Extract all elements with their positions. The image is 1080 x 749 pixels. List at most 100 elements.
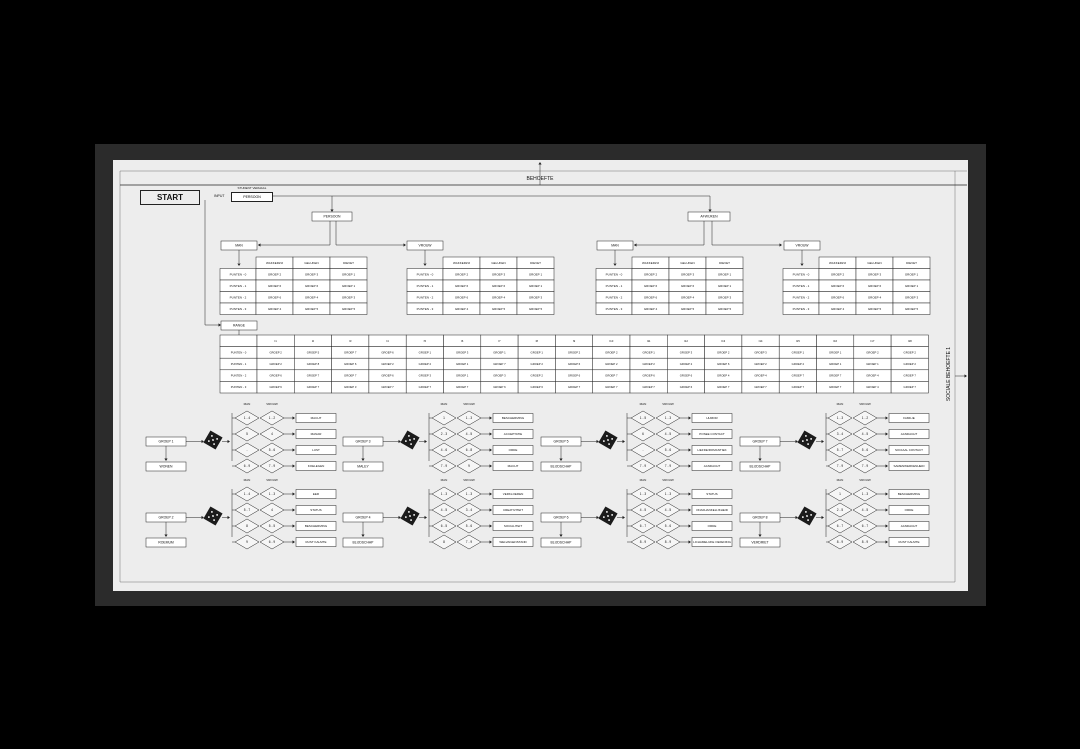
arrow-head bbox=[489, 540, 492, 544]
group-outcome-7-text: BLIJDSCHAP bbox=[551, 541, 573, 545]
big-table-cell-text: GROEP 7 bbox=[419, 385, 432, 389]
big-table-cell-text: GROEP 6 bbox=[269, 385, 282, 389]
man-diamond-text: 9 bbox=[246, 540, 248, 544]
big-table-cell-text: GROEP 1 bbox=[419, 350, 432, 354]
small-table-2-cell-text: GROEP 6 bbox=[492, 284, 506, 288]
big-table-cell-text: GROEP 2 bbox=[605, 350, 618, 354]
small-table-3-cell-text: GROEP 4 bbox=[681, 295, 695, 299]
small-table-4-cell-text: GROEP 3 bbox=[905, 295, 919, 299]
small-table-2-row-label-2-text: PUNTEN - 2 bbox=[417, 295, 434, 299]
arrow-head bbox=[821, 439, 824, 444]
man-diamond-text: 5 - 7 bbox=[837, 448, 844, 452]
small-table-2-cell-text: GROEP 4 bbox=[455, 307, 469, 311]
group-outcome-6-text: BLIJDSCHAP bbox=[353, 541, 375, 545]
small-table-4-cell-text: GROEP 1 bbox=[905, 272, 919, 276]
small-table-3-cell-text: GROEP 5 bbox=[718, 307, 732, 311]
big-table-cell-text: GROEP 6 bbox=[344, 362, 357, 366]
man-diamond-text: 1 - 3 bbox=[640, 492, 647, 496]
range-box-text: RANGE bbox=[233, 324, 246, 328]
left-vrouw-box-text: VROUW bbox=[419, 244, 433, 248]
big-table-cell-text: GROEP 7 bbox=[344, 350, 357, 354]
result-box-text: AANDACHT bbox=[901, 432, 918, 436]
small-table-4-cell-text: GROEP 4 bbox=[831, 307, 845, 311]
group-outcome-3-text: BLIJDSCHAP bbox=[551, 465, 573, 469]
big-table-header-text: I17 bbox=[871, 339, 875, 343]
arrow-head bbox=[489, 416, 492, 420]
big-table-cell-text: GROEP 7 bbox=[754, 385, 767, 389]
big-table-cell-text: GROEP 4 bbox=[866, 374, 879, 378]
small-table-1-cell-text: GROEP 6 bbox=[268, 284, 282, 288]
needs-arrow bbox=[538, 162, 542, 165]
big-table-header-text: I16 bbox=[833, 339, 837, 343]
result-box-text: BESCHERMING bbox=[305, 524, 328, 528]
big-table-cell-text: GROEP 7 bbox=[717, 385, 730, 389]
group-outcome-2-text: MALEY bbox=[357, 465, 369, 469]
vrouw-diamond-text: 5 - 6 bbox=[269, 448, 276, 452]
big-table-cell-text: GROEP 6 bbox=[568, 374, 581, 378]
big-table-cell-text: GROEP 2 bbox=[531, 362, 544, 366]
result-box-text: MANAR bbox=[311, 432, 323, 436]
vrouw-diamond-text: 8 - 9 bbox=[862, 540, 869, 544]
result-box-text: AANDACHT bbox=[704, 464, 721, 468]
vrouw-diamond-text: 1 - 2 bbox=[269, 416, 276, 420]
arrow-head bbox=[688, 492, 691, 496]
big-table-header-text: I11 bbox=[647, 339, 651, 343]
vrouw-header: VROUW bbox=[859, 402, 871, 406]
big-table-cell-text: GROEP 6 bbox=[680, 374, 693, 378]
small-table-4-header-1-text: GELUKEN bbox=[867, 261, 881, 265]
small-table-2-row-label-3-text: PUNTEN - 3 bbox=[417, 307, 434, 311]
big-table-row-label-text: PUNTEN - 3 bbox=[231, 385, 247, 389]
small-table-2-header-0-text: WAKKERZIJ bbox=[453, 261, 471, 265]
man-diamond-text: 1 - 3 bbox=[837, 416, 844, 420]
big-table-cell-text: GROEP 7 bbox=[904, 385, 917, 389]
arrow-head bbox=[424, 515, 427, 520]
flowchart: PERSOON AFWIJKEN MAN VROUW MAN VROUW WAKKERZIJ… bbox=[119, 162, 967, 583]
big-table-header-text: I18 bbox=[908, 339, 912, 343]
man-header: MAN bbox=[441, 478, 448, 482]
arrow-head bbox=[292, 464, 295, 468]
big-table-cell-text: GROEP 6 bbox=[680, 385, 693, 389]
arrow-head bbox=[218, 323, 221, 327]
man-header: MAN bbox=[244, 478, 251, 482]
result-box-text: LIEFDE/ROMANTIEK bbox=[697, 448, 726, 452]
arrow-head bbox=[424, 439, 427, 444]
result-box-text: KOELEGEN bbox=[308, 464, 325, 468]
big-table-cell-text: GROEP 7 bbox=[829, 385, 842, 389]
arrow-head bbox=[489, 492, 492, 496]
small-table-3-row-label-2-text: PUNTEN - 2 bbox=[606, 295, 623, 299]
man-diamond-text: - bbox=[642, 448, 643, 452]
big-table-cell-text: GROEP 3 bbox=[754, 350, 767, 354]
side-arrow bbox=[964, 374, 967, 378]
arrow-head bbox=[885, 508, 888, 512]
small-table-2-cell-text: GROEP 5 bbox=[529, 307, 543, 311]
group-box-6-text: GROEP 4 bbox=[355, 516, 370, 520]
arrow-head bbox=[885, 524, 888, 528]
vrouw-header: VROUW bbox=[859, 478, 871, 482]
small-table-3-cell-text: GROEP 6 bbox=[644, 284, 658, 288]
big-table-cell-text: GROEP 6 bbox=[642, 374, 655, 378]
result-box-text: SAMENWERKENHEID bbox=[893, 464, 925, 468]
vrouw-diamond-text: 7 - 9 bbox=[269, 464, 276, 468]
small-table-3-cell-text: GROEP 1 bbox=[718, 284, 732, 288]
arrow-head bbox=[885, 432, 888, 436]
small-table-3-cell-text: GROEP 3 bbox=[681, 272, 695, 276]
arrow-head bbox=[361, 458, 365, 461]
small-table-3-cell-text: GROEP 5 bbox=[681, 307, 695, 311]
result-box-text: STATUS bbox=[706, 492, 717, 496]
small-table-4-cell-text: GROEP 6 bbox=[831, 295, 845, 299]
arrow-head bbox=[800, 263, 804, 266]
vrouw-diamond-text: 4 - 5 bbox=[665, 508, 672, 512]
big-table-cell-text: GROEP 5 bbox=[307, 350, 320, 354]
group-box-5-text: GROEP 2 bbox=[158, 516, 173, 520]
result-box-text: HUMOR bbox=[706, 416, 718, 420]
man-diamond-text: 6 - 5 bbox=[441, 524, 448, 528]
small-table-4-header-2-text: DIEVET bbox=[906, 261, 917, 265]
small-table-2-cell-text: GROEP 5 bbox=[492, 307, 506, 311]
big-table-cell-text: GROEP 7 bbox=[307, 385, 320, 389]
small-table-2-header-2-text: DIEVET bbox=[530, 261, 541, 265]
arrow-head bbox=[489, 464, 492, 468]
small-table-1-cell-text: GROEP 4 bbox=[268, 307, 282, 311]
man-diamond-text: 7 - 9 bbox=[640, 464, 647, 468]
small-table-2-row-label-1-text: PUNTEN - 1 bbox=[417, 284, 434, 288]
big-table-cell-text: GROEP 1 bbox=[456, 362, 469, 366]
